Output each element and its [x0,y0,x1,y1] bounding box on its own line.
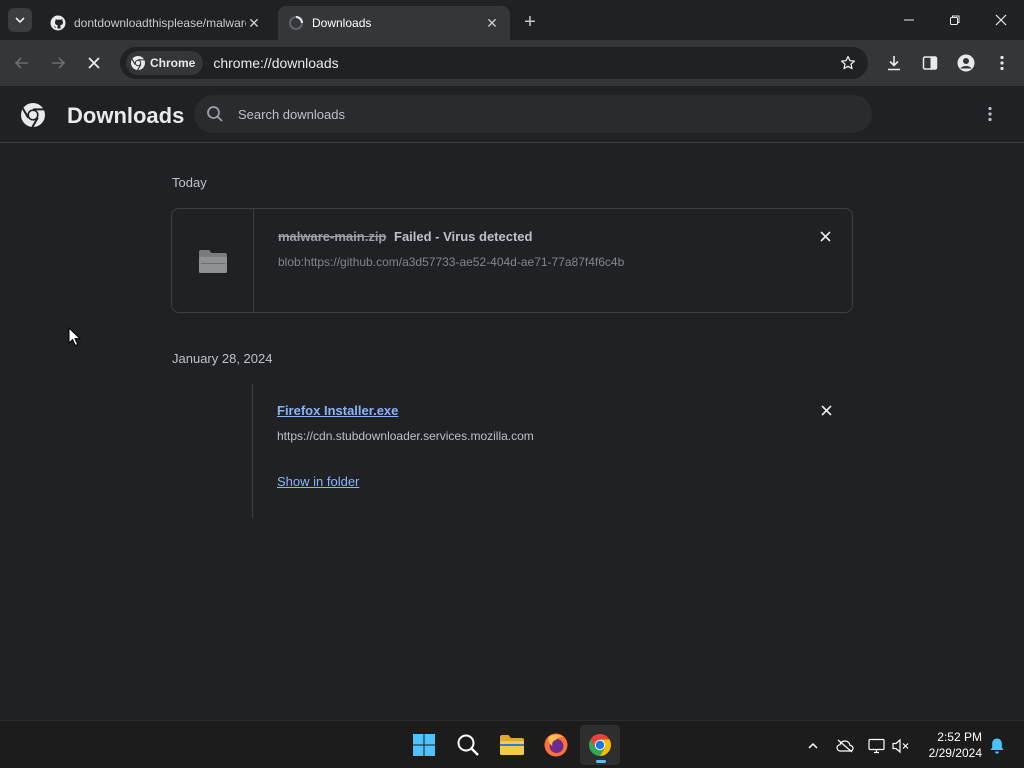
page-title: Downloads [67,103,185,128]
download-item: Firefox Installer.exe https://cdn.stubdo… [171,384,853,518]
taskbar-clock[interactable]: 2:52 PM 2/29/2024 [918,729,982,761]
restore-icon [950,15,960,25]
show-in-folder-link[interactable]: Show in folder [277,474,359,489]
arrow-left-icon [14,57,28,69]
download-source-url: blob:https://github.com/a3d57733-ae52-40… [278,255,625,269]
file-name-link[interactable]: Firefox Installer.exe [277,403,398,418]
download-source-url: https://cdn.stubdownloader.services.mozi… [277,429,534,443]
windows-icon [413,734,435,756]
url-text: chrome://downloads [213,55,339,71]
tab-strip: dontdownloadthisplease/malware-main ✕ Do… [0,0,1024,40]
minimize-icon [904,19,914,21]
side-panel-button[interactable] [914,47,946,79]
arrow-right-icon [52,57,66,69]
profile-button[interactable] [950,47,982,79]
start-button[interactable] [404,725,444,765]
close-icon [88,57,100,69]
site-info-chip[interactable]: Chrome [126,51,204,75]
search-box[interactable] [194,95,872,133]
tab-github[interactable]: dontdownloadthisplease/malware-main ✕ [40,6,272,40]
person-icon [957,54,975,72]
chrome-logo-icon [21,103,45,128]
tab-search-button[interactable] [8,8,32,32]
more-vert-icon [988,106,992,122]
bookmark-button[interactable] [838,53,858,73]
download-status: Failed - Virus detected [394,229,533,244]
back-button[interactable] [6,47,38,79]
chrome-icon [131,56,145,71]
github-icon [50,15,66,31]
chrome-icon [589,734,611,756]
close-icon [995,14,1007,26]
file-explorer-button[interactable] [492,725,532,765]
bell-icon [990,738,1004,754]
minimize-button[interactable] [886,0,932,40]
file-icon-column [171,384,253,518]
taskbar: 2:52 PM 2/29/2024 [0,720,1024,768]
more-actions-button[interactable] [978,102,1002,126]
clock-date: 2/29/2024 [928,746,982,760]
clock-time: 2:52 PM [937,730,982,744]
tab-downloads[interactable]: Downloads ✕ [278,6,510,40]
more-vert-icon [1000,55,1004,71]
remove-button[interactable] [817,401,835,419]
close-icon [820,404,832,416]
restore-button[interactable] [932,0,978,40]
browser-toolbar: Chrome chrome://downloads [0,40,1024,86]
downloads-header: Downloads [0,86,1024,143]
download-icon [888,56,900,71]
firefox-icon [544,733,568,757]
address-bar[interactable]: Chrome chrome://downloads [120,47,868,79]
chrome-taskbar-button[interactable] [580,725,620,765]
firefox-button[interactable] [536,725,576,765]
loading-icon [289,16,303,30]
close-icon [819,230,831,242]
network-icon [868,738,885,754]
onedrive-tray-button[interactable] [834,735,856,757]
tab-title: Downloads [312,16,372,30]
file-icon-column [172,209,254,312]
new-tab-button[interactable]: + [518,10,542,34]
forward-button[interactable] [42,47,74,79]
close-window-button[interactable] [978,0,1024,40]
close-icon[interactable]: ✕ [246,15,262,31]
stop-button[interactable] [78,47,110,79]
date-header: January 28, 2024 [172,351,273,366]
notifications-button[interactable] [986,735,1008,757]
remove-button[interactable] [816,227,834,245]
file-name: malware-main.zip [278,229,387,244]
network-tray-button[interactable] [866,735,888,757]
search-icon [207,106,223,122]
cloud-off-icon [836,739,854,753]
chip-label: Chrome [150,56,196,70]
downloads-button[interactable] [878,47,910,79]
chevron-up-icon [808,742,818,749]
menu-button[interactable] [986,47,1018,79]
side-panel-icon [922,56,938,70]
tab-title: dontdownloadthisplease/malware-main [74,16,246,30]
active-app-indicator [596,760,606,763]
show-hidden-icons-button[interactable] [802,735,824,757]
volume-muted-icon [892,738,909,754]
close-icon[interactable]: ✕ [484,15,500,31]
search-icon [457,734,479,756]
folder-icon [198,249,227,273]
date-header: Today [172,175,207,190]
star-icon [840,55,856,70]
taskbar-search-button[interactable] [448,725,488,765]
folder-icon [500,735,524,755]
volume-tray-button[interactable] [890,735,912,757]
download-item: malware-main.zip Failed - Virus detected… [171,208,853,313]
mouse-cursor-icon [68,327,82,347]
chevron-down-icon [15,17,25,24]
search-input[interactable] [238,106,738,122]
